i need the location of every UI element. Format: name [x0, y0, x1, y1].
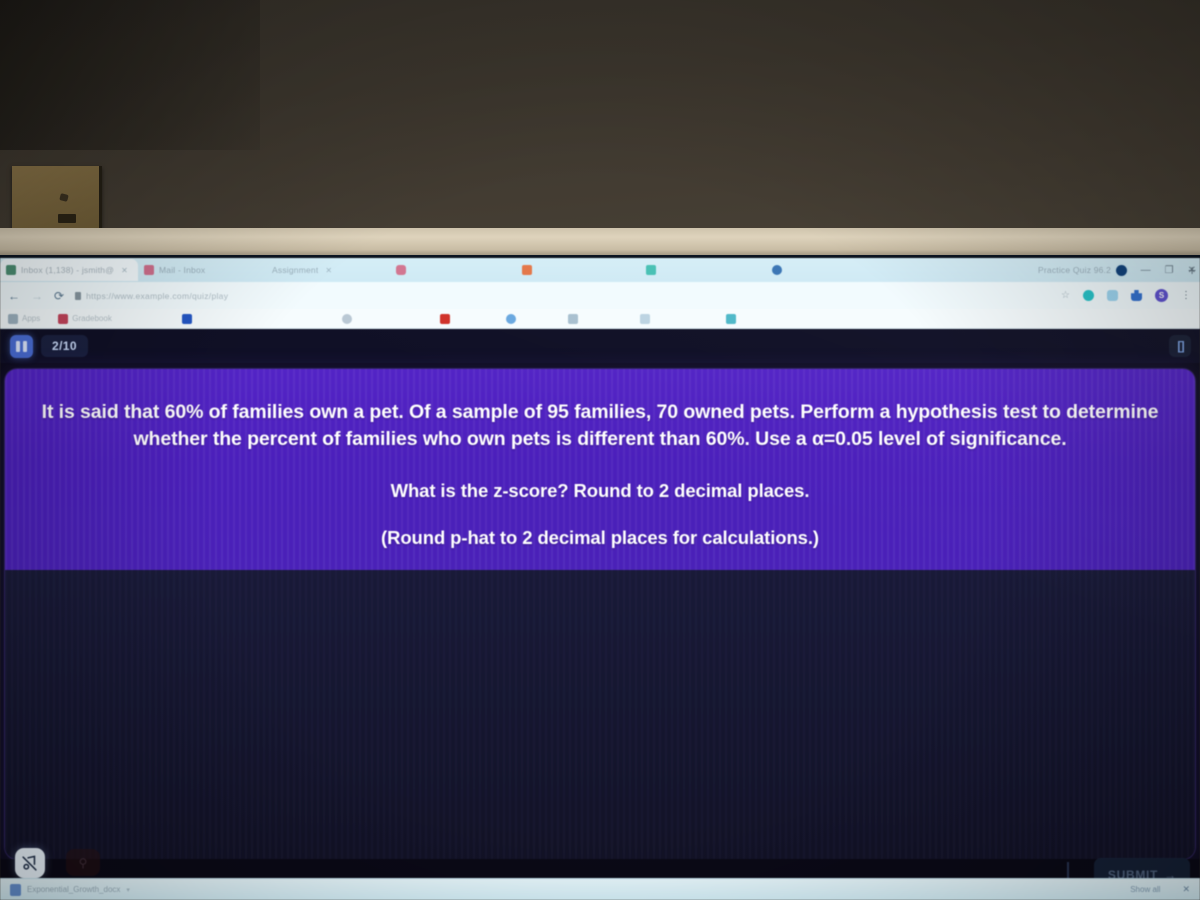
- toolbar-actions: ☆ S ⋮: [1061, 289, 1192, 302]
- music-note-muted-icon: [14, 848, 45, 878]
- tab-favicon-icon: [144, 265, 154, 275]
- magnifier-icon: ⚲: [78, 855, 88, 870]
- bookmark-item[interactable]: Gradebook: [58, 313, 112, 324]
- extension-blue-icon[interactable]: [1107, 290, 1118, 301]
- question-progress: 2/10: [41, 335, 88, 357]
- browser-tab[interactable]: [766, 259, 892, 281]
- tab-favicon-icon: [772, 265, 782, 275]
- box-mark: [59, 193, 69, 202]
- bookmark-item[interactable]: Apps: [8, 313, 41, 324]
- tab-title: Practice Quiz 96.2: [1038, 265, 1112, 275]
- photograph-of-monitor: Inbox (1,138) - jsmith@ ✕ Mail - Inbox A…: [0, 0, 1200, 900]
- download-item[interactable]: Exponential_Growth_docx ▾: [10, 883, 130, 896]
- forward-button[interactable]: →: [31, 289, 43, 303]
- download-file-name: Exponential_Growth_docx: [27, 885, 121, 894]
- download-shelf-actions: Show all ✕: [1130, 884, 1190, 895]
- tab-close-icon[interactable]: ✕: [325, 266, 332, 275]
- browser-tab-strip: Inbox (1,138) - jsmith@ ✕ Mail - Inbox A…: [0, 258, 1200, 282]
- browser-tab[interactable]: [390, 259, 516, 281]
- question-sub-prompt: What is the z-score? Round to 2 decimal …: [390, 479, 810, 501]
- bookmark-icon: [341, 313, 352, 324]
- tab-favicon-icon: [396, 265, 406, 275]
- screen-scanlines: [5, 570, 1195, 859]
- bookmark-icon: [567, 313, 578, 324]
- fullscreen-button[interactable]: [ ]: [1169, 335, 1191, 357]
- browser-tab[interactable]: [640, 259, 766, 281]
- chevron-down-icon[interactable]: ▾: [126, 886, 130, 894]
- show-all-downloads-link[interactable]: Show all: [1130, 885, 1160, 894]
- bookmark-item[interactable]: [439, 313, 450, 324]
- tab-favicon-icon: [646, 265, 656, 275]
- bookmark-item[interactable]: [567, 313, 578, 324]
- url-text: https://www.example.com/quiz/play: [86, 290, 229, 301]
- bookmark-item[interactable]: [639, 313, 650, 324]
- tab-title: Assignment: [272, 265, 319, 275]
- bookmark-icon: [725, 313, 736, 324]
- box-label: [58, 214, 76, 223]
- file-icon: [10, 883, 21, 896]
- question-card: It is said that 60% of families own a pe…: [5, 369, 1195, 859]
- lock-icon: [75, 291, 82, 300]
- extension-teal-icon[interactable]: [1083, 290, 1094, 301]
- pause-icon: [23, 340, 27, 352]
- tab-favicon-icon: [522, 265, 532, 275]
- wall-shadow: [0, 0, 260, 150]
- quiz-app: 2/10 [ ] It is said that 60% of families…: [0, 329, 1200, 900]
- question-panel: It is said that 60% of families own a pe…: [5, 369, 1195, 570]
- avatar[interactable]: S: [1155, 289, 1168, 302]
- zoom-button[interactable]: ⚲: [66, 849, 100, 876]
- back-button[interactable]: ←: [8, 289, 20, 303]
- browser-tab[interactable]: [892, 259, 1032, 281]
- minimize-button[interactable]: —: [1141, 265, 1151, 276]
- tab-favicon-icon: [6, 265, 16, 275]
- browser-tab[interactable]: [516, 259, 640, 281]
- tab-title: Inbox (1,138) - jsmith@: [21, 265, 115, 275]
- close-window-button[interactable]: ✕: [1188, 265, 1196, 276]
- apps-grid-icon: [8, 313, 18, 324]
- quiz-topbar: 2/10 [ ]: [0, 329, 1200, 363]
- bookmark-icon: [439, 313, 450, 324]
- bookmark-item[interactable]: [341, 313, 352, 324]
- chrome-menu-icon[interactable]: ⋮: [1181, 290, 1191, 301]
- tab-title: Mail - Inbox: [159, 265, 206, 275]
- profile-indicator-icon[interactable]: [1115, 264, 1127, 276]
- bookmark-item[interactable]: [505, 313, 516, 324]
- puzzle-piece-icon[interactable]: [1131, 290, 1142, 301]
- browser-toolbar: ← → ⟳ https://www.example.com/quiz/play …: [0, 282, 1200, 309]
- window-controls: — ❐ ✕: [1115, 258, 1196, 282]
- bookmark-item[interactable]: [725, 313, 736, 324]
- browser-tab[interactable]: Inbox (1,138) - jsmith@ ✕: [0, 259, 138, 281]
- bookmark-label: Apps: [22, 314, 41, 323]
- address-bar[interactable]: https://www.example.com/quiz/play: [75, 291, 1050, 301]
- question-prompt: It is said that 60% of families own a pe…: [41, 400, 1159, 450]
- bookmarks-bar: Apps Gradebook: [0, 309, 1200, 329]
- cardboard-box: [12, 166, 102, 228]
- fullscreen-icon: [ ]: [1177, 339, 1184, 353]
- question-note: (Round p-hat to 2 decimal places for cal…: [381, 526, 819, 548]
- bookmark-label: Gradebook: [72, 314, 112, 323]
- close-download-shelf-icon[interactable]: ✕: [1182, 884, 1190, 895]
- reload-button[interactable]: ⟳: [54, 289, 64, 303]
- bookmark-item[interactable]: [181, 313, 192, 324]
- tab-close-icon[interactable]: ✕: [121, 266, 128, 275]
- browser-tab[interactable]: Assignment ✕: [266, 259, 390, 281]
- answer-panel: [5, 570, 1195, 859]
- bookmark-icon: [505, 313, 516, 324]
- bookmark-icon: [639, 313, 650, 324]
- bookmark-star-icon[interactable]: ☆: [1061, 290, 1070, 301]
- browser-tab[interactable]: Mail - Inbox: [138, 259, 266, 281]
- maximize-button[interactable]: ❐: [1165, 265, 1174, 276]
- bookmark-icon: [181, 313, 192, 324]
- pause-icon: [16, 340, 20, 352]
- chrome-browser-window: Inbox (1,138) - jsmith@ ✕ Mail - Inbox A…: [0, 258, 1200, 900]
- pause-button[interactable]: [10, 334, 33, 358]
- bookmark-icon: [58, 313, 69, 324]
- download-shelf: Exponential_Growth_docx ▾ Show all ✕: [0, 878, 1200, 900]
- desk-surface: [0, 228, 1200, 258]
